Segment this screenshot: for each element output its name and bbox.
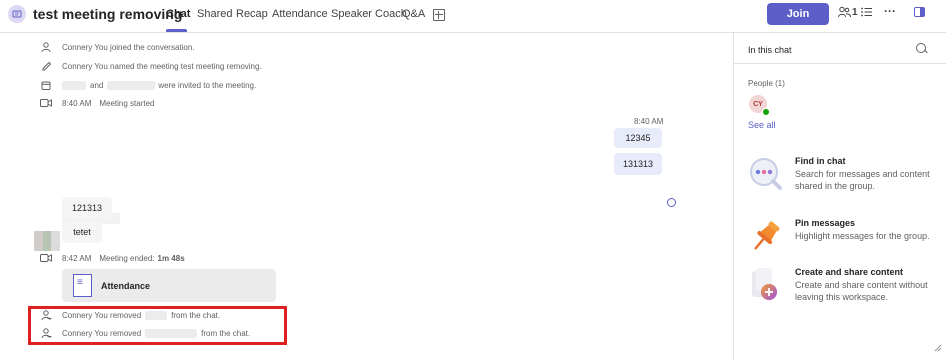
chat-icon [8, 5, 26, 23]
feature-title: Create and share content [795, 267, 904, 277]
divider [734, 63, 946, 64]
find-in-chat-icon [748, 156, 784, 192]
panel-title: In this chat [748, 45, 792, 55]
meeting-end-time: 8:42 AM [62, 253, 92, 263]
more-options-icon[interactable]: ··· [884, 4, 896, 18]
attendance-card-label: Attendance [101, 280, 151, 291]
system-message: and were invited to the meeting. [40, 79, 256, 91]
other-message-bubble[interactable]: tetet [62, 221, 102, 243]
other-message-bubble[interactable]: 121313 [62, 197, 112, 219]
in-this-chat-panel: In this chat People (1) CY See all Find … [733, 33, 946, 360]
feature-title: Find in chat [795, 156, 846, 166]
my-message-bubble[interactable]: 131313 [614, 153, 662, 175]
tab-chat[interactable]: Chat [166, 8, 190, 20]
meeting-ended-row: 8:42 AM Meeting ended: 1m 48s [40, 252, 185, 264]
join-button[interactable]: Join [767, 3, 829, 25]
people-icon [838, 6, 851, 18]
meeting-started-row: 8:40 AM Meeting started [40, 97, 155, 109]
tab-recap[interactable]: Recap [236, 8, 268, 20]
feature-description: Create and share content without leaving… [795, 280, 928, 302]
meeting-started-text: Meeting started [99, 98, 155, 108]
tab-shared[interactable]: Shared [197, 8, 232, 20]
feature-description: Highlight messages for the group. [795, 231, 930, 241]
participants-button[interactable]: 1 [838, 6, 858, 18]
redacted-name [62, 80, 86, 90]
message-timestamp: 8:40 AM [634, 117, 664, 126]
system-message: Connery You named the meeting test meeti… [40, 60, 262, 72]
video-camera-icon [40, 97, 52, 109]
active-tab-indicator [166, 29, 187, 32]
presence-available-icon [762, 108, 770, 116]
meeting-ended-text: Meeting ended: [99, 253, 155, 263]
attendance-report-icon [73, 274, 92, 297]
meeting-duration: 1m 48s [157, 253, 185, 263]
header-bar: test meeting removing Chat Shared Recap … [0, 0, 946, 33]
tab-attendance[interactable]: Attendance [272, 8, 328, 20]
system-message-text: were invited to the meeting. [158, 80, 257, 90]
add-tab-icon[interactable] [433, 9, 445, 21]
system-message-text: Connery You named the meeting test meeti… [62, 61, 262, 71]
highlight-annotation [28, 306, 287, 345]
system-message-text: and [90, 80, 104, 90]
tab-qa[interactable]: Q&A [402, 8, 425, 20]
feature-create-share[interactable]: Create and share content Create and shar… [748, 267, 943, 307]
feature-pin-messages[interactable]: Pin messages Highlight messages for the … [748, 218, 943, 258]
tab-speaker-coach[interactable]: Speaker Coach [331, 8, 407, 20]
people-label: People (1) [748, 79, 785, 88]
open-panel-icon[interactable] [914, 6, 925, 20]
system-message: Connery You joined the conversation. [40, 41, 195, 53]
avatar [34, 231, 60, 251]
chat-title: test meeting removing [33, 6, 183, 22]
calendar-icon [40, 79, 52, 91]
system-message-text: Connery You joined the conversation. [62, 42, 195, 52]
attendance-card[interactable]: Attendance [62, 269, 276, 302]
redacted-name [107, 80, 156, 90]
see-all-link[interactable]: See all [748, 120, 776, 130]
feature-title: Pin messages [795, 218, 856, 228]
create-content-icon [748, 267, 784, 303]
participant-count: 1 [852, 6, 858, 18]
resize-grip-icon[interactable] [934, 339, 942, 352]
meeting-start-time: 8:40 AM [62, 98, 92, 108]
feature-description: Search for messages and content shared i… [795, 169, 930, 191]
video-camera-icon [40, 252, 52, 264]
pencil-icon [40, 60, 52, 72]
search-icon[interactable] [916, 43, 926, 53]
list-view-icon[interactable] [861, 6, 872, 20]
pin-icon [748, 218, 784, 254]
my-message-bubble[interactable]: 12345 [614, 128, 662, 148]
person-joined-icon [40, 41, 52, 53]
feature-find-in-chat[interactable]: Find in chat Search for messages and con… [748, 156, 943, 196]
read-receipt-icon [667, 198, 676, 207]
